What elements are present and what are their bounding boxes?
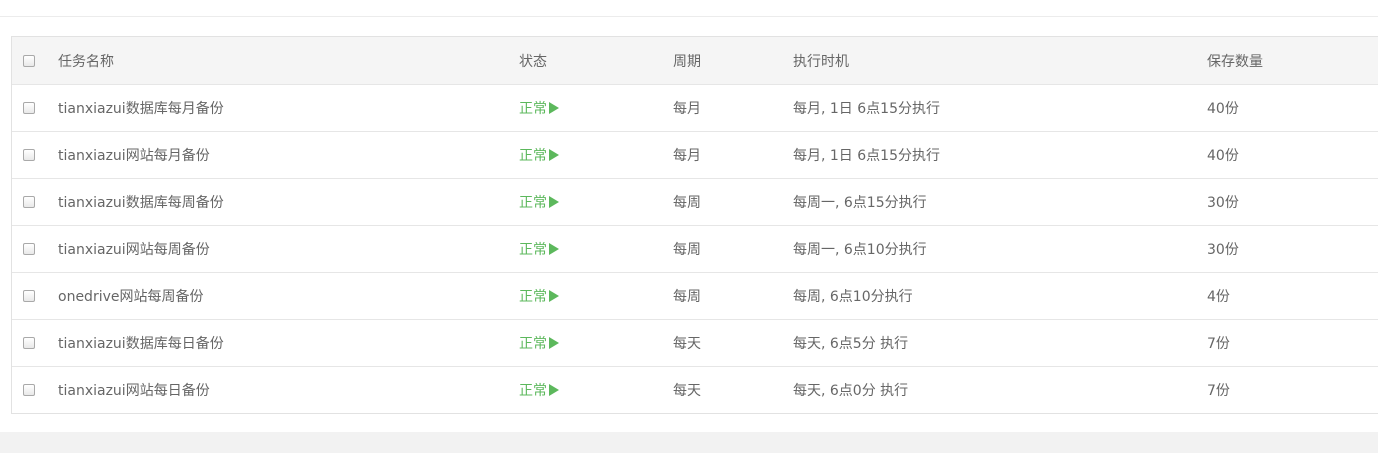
play-icon <box>549 196 559 208</box>
task-keep-count: 40份 <box>1207 101 1239 117</box>
task-name: tianxiazui网站每月备份 <box>58 148 210 164</box>
row-checkbox[interactable] <box>23 337 35 349</box>
status-text: 正常 <box>519 101 547 117</box>
status-text: 正常 <box>519 289 547 305</box>
status-text: 正常 <box>519 242 547 258</box>
status-text: 正常 <box>519 195 547 211</box>
table-row: tianxiazui网站每日备份 正常 每天 每天, 6点0分 执行 7份 <box>12 366 1378 413</box>
task-keep-count: 7份 <box>1207 336 1230 352</box>
table-header: 任务名称 状态 周期 执行时机 保存数量 <box>12 37 1378 84</box>
status-text: 正常 <box>519 383 547 399</box>
task-name: onedrive网站每周备份 <box>58 289 204 305</box>
status-toggle[interactable]: 正常 <box>519 273 559 319</box>
task-cycle: 每天 <box>673 336 701 352</box>
status-toggle[interactable]: 正常 <box>519 320 559 366</box>
task-cycle: 每周 <box>673 289 701 305</box>
top-divider <box>0 16 1378 17</box>
table-row: tianxiazui数据库每月备份 正常 每月 每月, 1日 6点15分执行 4… <box>12 84 1378 131</box>
status-toggle[interactable]: 正常 <box>519 132 559 178</box>
task-keep-count: 40份 <box>1207 148 1239 164</box>
row-select-cell <box>23 179 39 225</box>
play-icon <box>549 102 559 114</box>
row-select-cell <box>23 273 39 319</box>
header-keep-count: 保存数量 <box>1207 53 1263 70</box>
task-table: 任务名称 状态 周期 执行时机 保存数量 tianxiazui数据库每月备份 正… <box>11 36 1378 414</box>
task-exec-time: 每月, 1日 6点15分执行 <box>793 148 940 164</box>
select-all-cell <box>23 37 39 84</box>
header-status: 状态 <box>519 53 547 70</box>
task-keep-count: 30份 <box>1207 242 1239 258</box>
status-toggle[interactable]: 正常 <box>519 179 559 225</box>
footer-band <box>0 432 1378 453</box>
task-keep-count: 7份 <box>1207 383 1230 399</box>
row-checkbox[interactable] <box>23 243 35 255</box>
task-cycle: 每天 <box>673 383 701 399</box>
task-exec-time: 每天, 6点0分 执行 <box>793 383 909 399</box>
task-exec-time: 每月, 1日 6点15分执行 <box>793 101 940 117</box>
task-keep-count: 30份 <box>1207 195 1239 211</box>
play-icon <box>549 149 559 161</box>
task-cycle: 每周 <box>673 195 701 211</box>
task-cycle: 每周 <box>673 242 701 258</box>
play-icon <box>549 384 559 396</box>
status-text: 正常 <box>519 148 547 164</box>
row-select-cell <box>23 85 39 131</box>
row-checkbox[interactable] <box>23 384 35 396</box>
task-exec-time: 每周一, 6点10分执行 <box>793 242 927 258</box>
table-row: tianxiazui数据库每周备份 正常 每周 每周一, 6点15分执行 30份 <box>12 178 1378 225</box>
row-checkbox[interactable] <box>23 196 35 208</box>
task-name: tianxiazui网站每周备份 <box>58 242 210 258</box>
row-checkbox[interactable] <box>23 102 35 114</box>
task-cycle: 每月 <box>673 148 701 164</box>
status-toggle[interactable]: 正常 <box>519 226 559 272</box>
status-toggle[interactable]: 正常 <box>519 85 559 131</box>
task-keep-count: 4份 <box>1207 289 1230 305</box>
task-name: tianxiazui数据库每日备份 <box>58 336 224 352</box>
table-row: onedrive网站每周备份 正常 每周 每周, 6点10分执行 4份 <box>12 272 1378 319</box>
play-icon <box>549 337 559 349</box>
select-all-checkbox[interactable] <box>23 54 35 67</box>
task-exec-time: 每周, 6点10分执行 <box>793 289 913 305</box>
status-toggle[interactable]: 正常 <box>519 367 559 413</box>
header-cycle: 周期 <box>673 53 701 70</box>
header-exec-time: 执行时机 <box>793 53 849 70</box>
task-exec-time: 每天, 6点5分 执行 <box>793 336 909 352</box>
task-name: tianxiazui数据库每月备份 <box>58 101 224 117</box>
row-select-cell <box>23 320 39 366</box>
table-row: tianxiazui网站每周备份 正常 每周 每周一, 6点10分执行 30份 <box>12 225 1378 272</box>
play-icon <box>549 290 559 302</box>
status-text: 正常 <box>519 336 547 352</box>
row-select-cell <box>23 132 39 178</box>
row-select-cell <box>23 226 39 272</box>
task-exec-time: 每周一, 6点15分执行 <box>793 195 927 211</box>
header-name: 任务名称 <box>58 53 114 70</box>
row-select-cell <box>23 367 39 413</box>
task-name: tianxiazui数据库每周备份 <box>58 195 224 211</box>
table-row: tianxiazui网站每月备份 正常 每月 每月, 1日 6点15分执行 40… <box>12 131 1378 178</box>
row-checkbox[interactable] <box>23 149 35 161</box>
table-row: tianxiazui数据库每日备份 正常 每天 每天, 6点5分 执行 7份 <box>12 319 1378 366</box>
task-name: tianxiazui网站每日备份 <box>58 383 210 399</box>
play-icon <box>549 243 559 255</box>
task-cycle: 每月 <box>673 101 701 117</box>
row-checkbox[interactable] <box>23 290 35 302</box>
